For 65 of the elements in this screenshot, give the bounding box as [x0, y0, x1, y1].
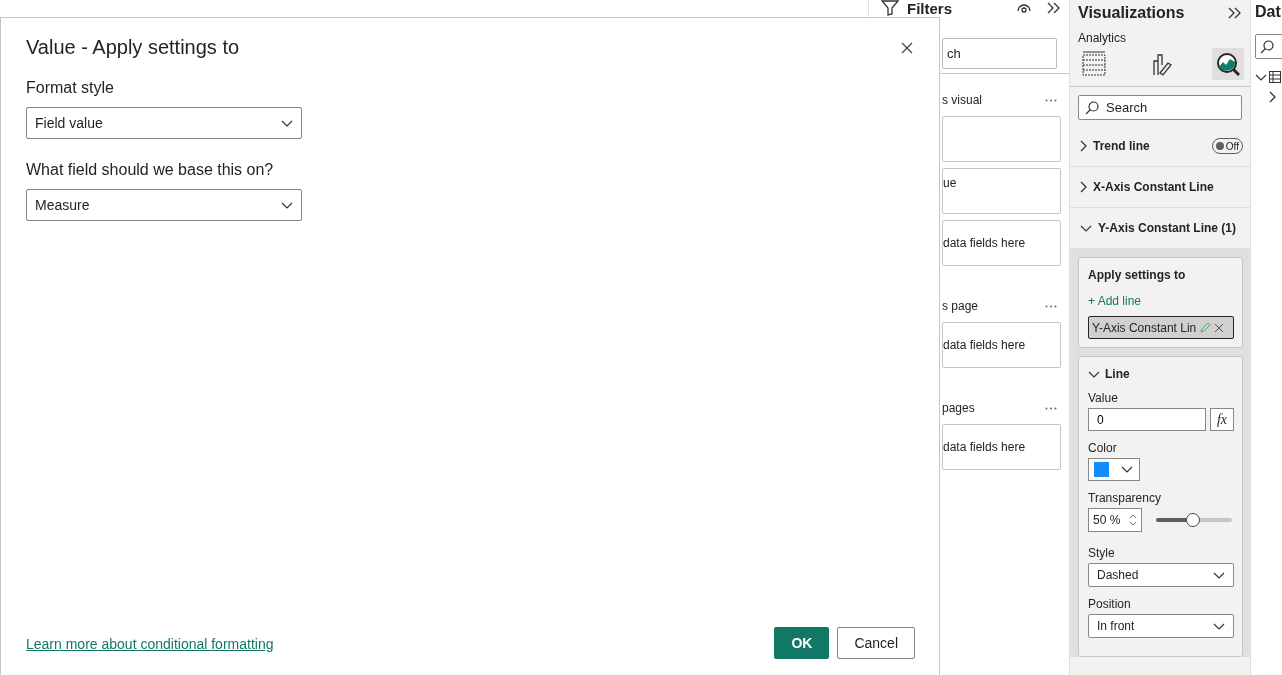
pane-title: Visualizations [1078, 4, 1185, 22]
fx-button[interactable]: fx [1210, 408, 1234, 431]
field-label: Style [1088, 546, 1116, 560]
cancel-button[interactable]: Cancel [837, 627, 915, 659]
close-icon[interactable] [901, 41, 913, 54]
collapse-icon[interactable] [1047, 2, 1061, 14]
chevron-right-icon [1080, 181, 1087, 193]
selected-line-chip[interactable]: Y-Axis Constant Lin [1088, 316, 1234, 339]
drop-zone[interactable]: data fields here [942, 424, 1061, 470]
section-heading: s page [942, 299, 979, 313]
search-icon [1260, 39, 1274, 54]
tab[interactable] [1212, 48, 1244, 80]
more-icon[interactable] [1045, 304, 1057, 308]
chevron-down-icon [281, 201, 293, 209]
slider-thumb[interactable] [1186, 513, 1201, 527]
section-heading: pages [942, 401, 975, 415]
close-icon[interactable] [1214, 322, 1225, 333]
more-icon[interactable] [1045, 406, 1057, 410]
eye-icon[interactable] [1017, 3, 1031, 13]
field-label: Value [1088, 391, 1119, 405]
pane-title: Filters [907, 0, 953, 16]
chevron-down-icon [1213, 622, 1225, 630]
slider-track[interactable] [1156, 513, 1232, 527]
collapse-icon[interactable] [1228, 7, 1242, 19]
field-label: Format style [26, 79, 115, 97]
dialog-title: Value - Apply settings to [26, 36, 240, 59]
field-label: Transparency [1088, 491, 1162, 505]
section-heading: s visual [942, 93, 982, 107]
chevron-down-icon [1080, 224, 1092, 232]
card-title: Apply settings to [1088, 268, 1187, 282]
field-label: Color [1088, 441, 1118, 455]
drop-zone[interactable]: data fields here [942, 220, 1061, 266]
more-icon[interactable] [1045, 98, 1057, 102]
chevron-down-icon [1121, 466, 1133, 473]
section-label: Analytics [1077, 30, 1128, 45]
dropdown[interactable]: Field value [26, 107, 302, 139]
dropdown[interactable]: Measure [26, 189, 302, 221]
filter-icon [881, 0, 899, 16]
filter-card[interactable]: ue [942, 168, 1061, 214]
field-label: Position [1088, 597, 1132, 611]
dropdown[interactable]: In front [1088, 614, 1234, 638]
spin-arrows-icon [1129, 513, 1137, 527]
field-label: What field should we base this on? [26, 161, 275, 179]
table-icon [1269, 71, 1281, 83]
chevron-down-icon [1255, 73, 1267, 81]
magnifier-icon [1215, 51, 1241, 77]
help-link[interactable]: Learn more about conditional formatting [26, 636, 274, 652]
add-line-link[interactable]: + Add line [1088, 294, 1234, 308]
number-spinner[interactable]: 50 % [1088, 508, 1142, 532]
ok-button[interactable]: OK [774, 627, 830, 659]
search-field[interactable]: ch [942, 38, 1057, 69]
chevron-right-icon [1269, 91, 1276, 103]
drop-zone[interactable]: data fields here [942, 322, 1061, 368]
chevron-down-icon [1088, 370, 1100, 378]
value-field[interactable]: 0 [1088, 408, 1206, 431]
search-field[interactable]: Search [1078, 95, 1242, 120]
chevron-down-icon [281, 119, 293, 127]
table-icon [1081, 51, 1107, 77]
color-picker[interactable] [1088, 458, 1140, 481]
search-icon [1085, 101, 1099, 115]
dropdown[interactable]: Dashed [1088, 563, 1234, 587]
card-header[interactable]: Line [1088, 367, 1234, 381]
chevron-right-icon [1080, 140, 1087, 152]
chevron-down-icon [1213, 571, 1225, 579]
pane-title: Dat [1255, 2, 1282, 21]
